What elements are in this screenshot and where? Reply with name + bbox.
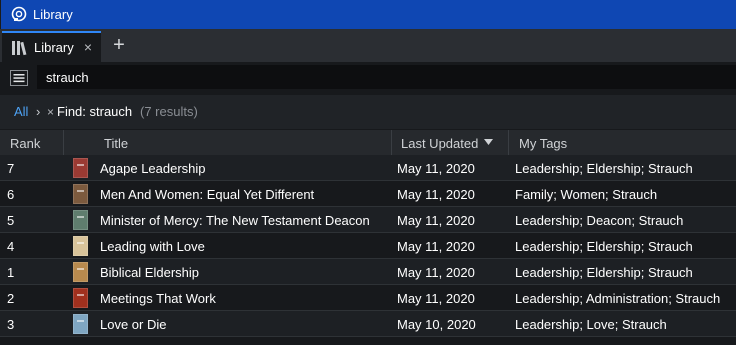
tab-strip: Library × + <box>0 29 736 62</box>
title-cell[interactable]: Minister of Mercy: The New Testament Dea… <box>100 213 370 228</box>
table-row[interactable]: 4 Leading with Love May 11, 2020 Leaders… <box>0 233 736 259</box>
last-updated-cell: May 11, 2020 <box>397 213 475 228</box>
column-header-rank[interactable]: Rank <box>0 130 64 155</box>
result-count: (7 results) <box>140 104 198 119</box>
table-row[interactable]: 6 Men And Women: Equal Yet Different May… <box>0 181 736 207</box>
tags-cell: Leadership; Eldership; Strauch <box>515 265 693 280</box>
library-books-icon <box>12 41 27 56</box>
table-row[interactable]: 3 Love or Die May 10, 2020 Leadership; L… <box>0 311 736 337</box>
search-bar <box>0 62 736 92</box>
rank-cell: 6 <box>7 187 15 202</box>
tags-cell: Leadership; Eldership; Strauch <box>515 161 693 176</box>
column-header-title-label: Title <box>104 136 129 151</box>
book-cover-thumbnail <box>73 210 88 230</box>
tags-cell: Leadership; Love; Strauch <box>515 317 667 332</box>
tags-cell: Family; Women; Strauch <box>515 187 658 202</box>
window-title: Library <box>33 7 73 22</box>
column-header-last-updated[interactable]: Last Updated <box>392 130 509 155</box>
table-row[interactable]: 1 Biblical Eldership May 11, 2020 Leader… <box>0 259 736 285</box>
table-row[interactable]: 5 Minister of Mercy: The New Testament D… <box>0 207 736 233</box>
rank-cell: 3 <box>7 317 15 332</box>
column-header-rank-label: Rank <box>10 136 41 151</box>
last-updated-cell: May 11, 2020 <box>397 265 475 280</box>
rank-cell: 7 <box>7 161 15 176</box>
tab-library[interactable]: Library × <box>2 31 101 62</box>
book-cover-thumbnail <box>73 236 88 256</box>
rank-cell: 1 <box>7 265 15 280</box>
new-tab-button[interactable]: + <box>110 33 128 57</box>
rank-cell: 2 <box>7 291 15 306</box>
tags-cell: Leadership; Deacon; Strauch <box>515 213 684 228</box>
column-header-my-tags[interactable]: My Tags <box>509 130 736 155</box>
close-tab-icon[interactable]: × <box>82 39 94 55</box>
title-cell[interactable]: Agape Leadership <box>100 161 206 176</box>
last-updated-cell: May 11, 2020 <box>397 291 475 306</box>
hamburger-menu-icon[interactable] <box>10 70 28 86</box>
tags-cell: Leadership; Eldership; Strauch <box>515 239 693 254</box>
title-cell[interactable]: Love or Die <box>100 317 166 332</box>
title-cell[interactable]: Meetings That Work <box>100 291 216 306</box>
tags-cell: Leadership; Administration; Strauch <box>515 291 721 306</box>
title-cell[interactable]: Leading with Love <box>100 239 205 254</box>
rank-cell: 4 <box>7 239 15 254</box>
title-cell[interactable]: Biblical Eldership <box>100 265 199 280</box>
tab-label: Library <box>34 40 74 55</box>
column-header-my-tags-label: My Tags <box>519 136 568 151</box>
remove-filter-icon[interactable]: × <box>47 105 54 119</box>
book-cover-thumbnail <box>73 184 88 204</box>
breadcrumb: All › × Find: strauch (7 results) <box>0 95 736 129</box>
table-row[interactable]: 2 Meetings That Work May 11, 2020 Leader… <box>0 285 736 311</box>
last-updated-cell: May 11, 2020 <box>397 187 475 202</box>
book-cover-thumbnail <box>73 158 88 178</box>
column-header-last-updated-label: Last Updated <box>401 136 479 151</box>
results-table: 7 Agape Leadership May 11, 2020 Leadersh… <box>0 155 736 337</box>
book-cover-thumbnail <box>73 314 88 334</box>
last-updated-cell: May 11, 2020 <box>397 239 475 254</box>
breadcrumb-all-link[interactable]: All <box>14 104 28 119</box>
title-cell[interactable]: Men And Women: Equal Yet Different <box>100 187 314 202</box>
table-row[interactable]: 7 Agape Leadership May 11, 2020 Leadersh… <box>0 155 736 181</box>
last-updated-cell: May 10, 2020 <box>397 317 476 332</box>
sort-descending-icon <box>484 139 493 145</box>
breadcrumb-separator: › <box>36 104 41 119</box>
logos-app-icon <box>11 6 27 22</box>
book-cover-thumbnail <box>73 262 88 282</box>
rank-cell: 5 <box>7 213 15 228</box>
table-header: Rank Title Last Updated My Tags <box>0 130 736 155</box>
last-updated-cell: May 11, 2020 <box>397 161 475 176</box>
book-cover-thumbnail <box>73 288 88 308</box>
title-bar: Library <box>0 0 736 29</box>
breadcrumb-find-filter: Find: strauch <box>57 104 133 119</box>
search-input[interactable] <box>37 65 736 89</box>
column-header-title[interactable]: Title <box>64 130 392 155</box>
